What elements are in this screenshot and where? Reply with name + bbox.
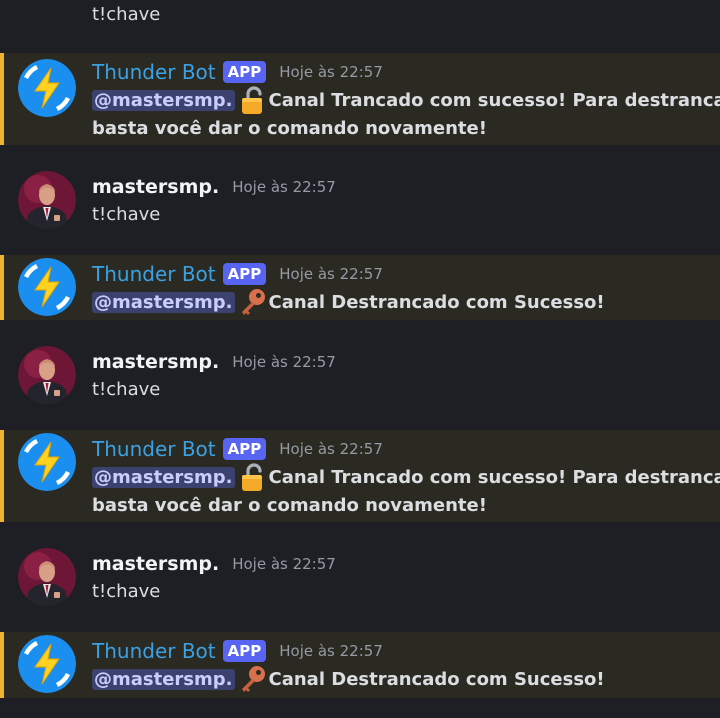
- message-text: Canal Destrancado com Sucesso!: [268, 291, 605, 313]
- message-line: @mastersmp. Canal Destrancado com Sucess…: [92, 665, 605, 693]
- message-text: t!chave: [92, 580, 161, 602]
- timestamp: Hoje às 22:57: [232, 353, 336, 371]
- user-message[interactable]: mastersmp. Hoje às 22:57 t!chave: [0, 343, 720, 413]
- key-icon: [238, 664, 268, 694]
- timestamp: Hoje às 22:57: [279, 265, 383, 283]
- user-avatar[interactable]: [18, 346, 76, 404]
- bot-avatar[interactable]: [18, 59, 76, 117]
- key-icon: [238, 287, 268, 317]
- message-header: Thunder Bot APP Hoje às 22:57: [92, 59, 383, 85]
- message-line: @mastersmp. Canal Trancado com sucesso! …: [92, 86, 720, 114]
- user-name[interactable]: mastersmp.: [92, 553, 219, 575]
- bot-name[interactable]: Thunder Bot: [92, 262, 216, 286]
- app-badge: APP: [222, 263, 267, 285]
- message-text: basta você dar o comando novamente!: [92, 117, 487, 139]
- bot-name[interactable]: Thunder Bot: [92, 60, 216, 84]
- app-badge: APP: [222, 61, 267, 83]
- message-line-2: basta você dar o comando novamente!: [92, 114, 487, 142]
- bot-message[interactable]: Thunder Bot APP Hoje às 22:57 @mastersmp…: [0, 430, 720, 522]
- message-header: mastersmp. Hoje às 22:57: [92, 551, 336, 577]
- user-mention[interactable]: @mastersmp.: [92, 466, 235, 488]
- message-line-2: basta você dar o comando novamente!: [92, 491, 487, 519]
- message-text: t!chave: [92, 378, 161, 400]
- message-text: t!chave: [92, 3, 161, 25]
- user-avatar[interactable]: [18, 171, 76, 229]
- message-header: mastersmp. Hoje às 22:57: [92, 174, 336, 200]
- message-header: Thunder Bot APP Hoje às 22:57: [92, 436, 383, 462]
- bot-message[interactable]: Thunder Bot APP Hoje às 22:57 @mastersmp…: [0, 53, 720, 145]
- app-badge: APP: [222, 640, 267, 662]
- user-message[interactable]: mastersmp. Hoje às 22:57 t!chave: [0, 545, 720, 615]
- user-mention[interactable]: @mastersmp.: [92, 89, 235, 111]
- message-header: Thunder Bot APP Hoje às 22:57: [92, 261, 383, 287]
- user-name[interactable]: mastersmp.: [92, 351, 219, 373]
- lock-icon: [238, 85, 268, 115]
- message-line: @mastersmp. Canal Destrancado com Sucess…: [92, 288, 605, 316]
- bot-avatar[interactable]: [18, 433, 76, 491]
- user-mention[interactable]: @mastersmp.: [92, 668, 235, 690]
- bot-avatar[interactable]: [18, 635, 76, 693]
- message-text: t!chave: [92, 203, 161, 225]
- bot-name[interactable]: Thunder Bot: [92, 437, 216, 461]
- bot-name[interactable]: Thunder Bot: [92, 639, 216, 663]
- timestamp: Hoje às 22:57: [232, 178, 336, 196]
- user-message[interactable]: mastersmp. Hoje às 22:57 t!chave: [0, 168, 720, 238]
- lock-icon: [238, 462, 268, 492]
- bot-message[interactable]: Thunder Bot APP Hoje às 22:57 @mastersmp…: [0, 255, 720, 320]
- timestamp: Hoje às 22:57: [279, 642, 383, 660]
- timestamp: Hoje às 22:57: [279, 440, 383, 458]
- message-text: Canal Destrancado com Sucesso!: [268, 668, 605, 690]
- user-name[interactable]: mastersmp.: [92, 176, 219, 198]
- message-text: Canal Trancado com sucesso! Para destran…: [268, 89, 720, 111]
- timestamp: Hoje às 22:57: [279, 63, 383, 81]
- message-text: Canal Trancado com sucesso! Para destran…: [268, 466, 720, 488]
- bot-message[interactable]: Thunder Bot APP Hoje às 22:57 @mastersmp…: [0, 632, 720, 698]
- message-text: basta você dar o comando novamente!: [92, 494, 487, 516]
- message-header: mastersmp. Hoje às 22:57: [92, 349, 336, 375]
- timestamp: Hoje às 22:57: [232, 555, 336, 573]
- user-mention[interactable]: @mastersmp.: [92, 291, 235, 313]
- message-header: Thunder Bot APP Hoje às 22:57: [92, 638, 383, 664]
- app-badge: APP: [222, 438, 267, 460]
- bot-avatar[interactable]: [18, 258, 76, 316]
- message-line: @mastersmp. Canal Trancado com sucesso! …: [92, 463, 720, 491]
- user-avatar[interactable]: [18, 548, 76, 606]
